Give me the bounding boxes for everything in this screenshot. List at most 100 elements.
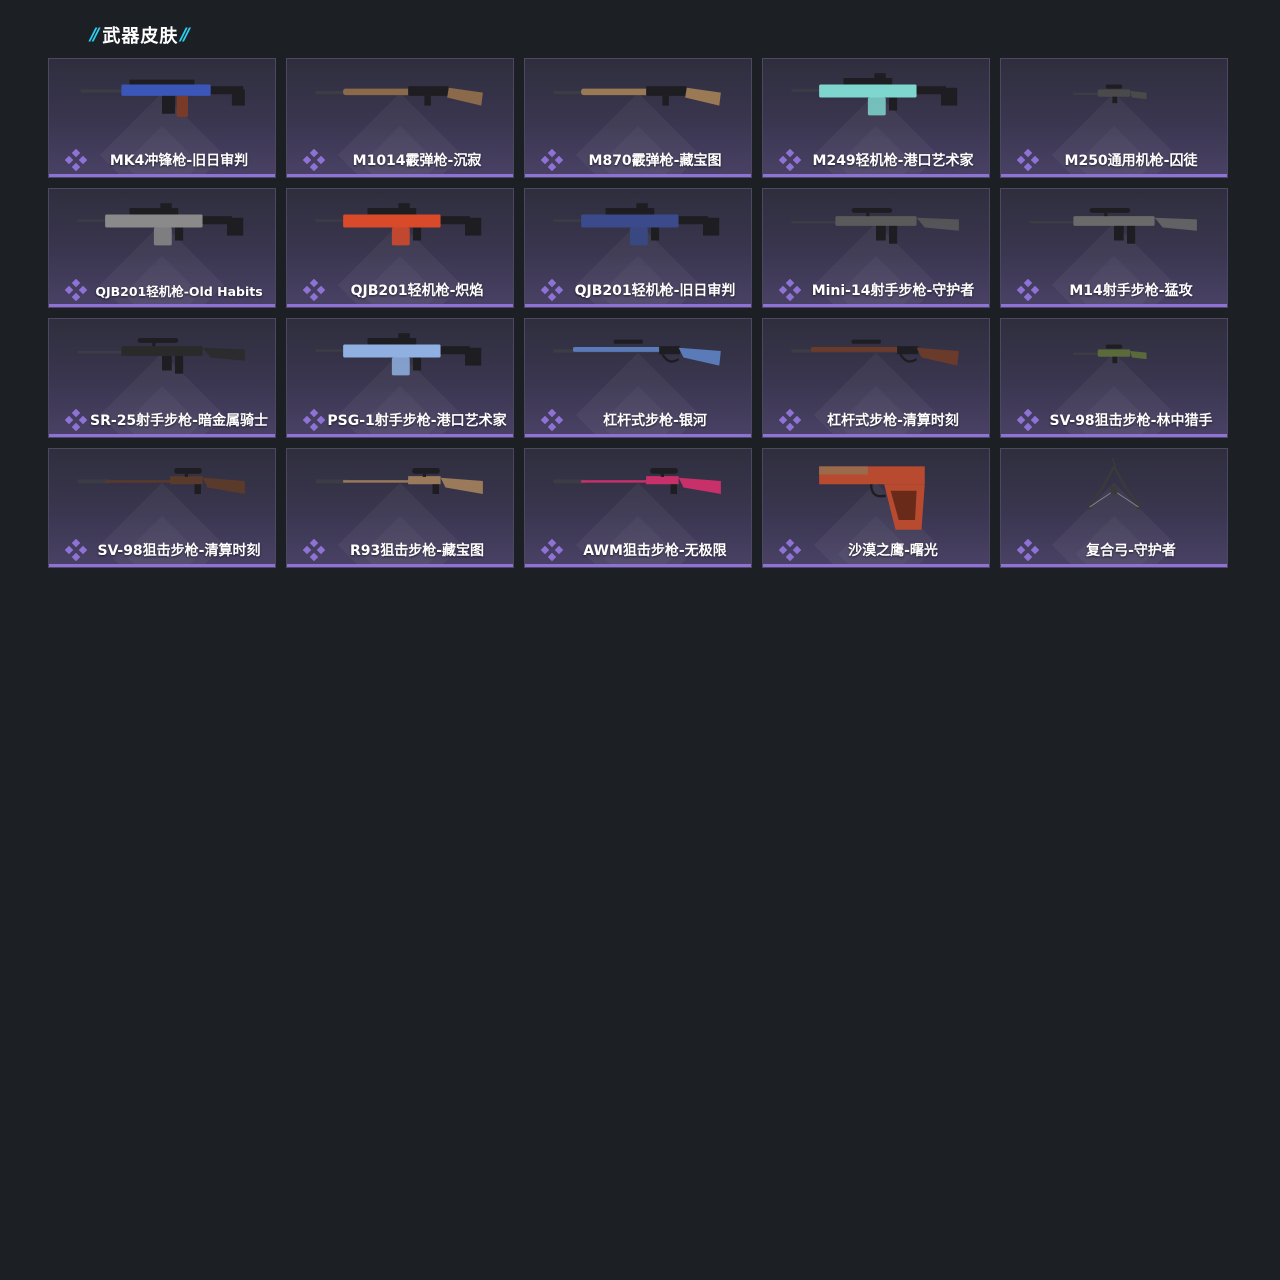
rarity-bar [525, 174, 751, 177]
rarity-bar [49, 174, 275, 177]
rarity-diamond-icon [64, 408, 88, 432]
rarity-diamond-icon [778, 538, 802, 562]
section-title: 武器皮肤 [102, 26, 179, 47]
sniper-icon [1009, 325, 1219, 403]
rarity-diamond-icon [64, 148, 88, 172]
pistol-icon [771, 455, 981, 533]
weapon-skin-label: M249轻机枪-港口艺术家 [812, 153, 974, 169]
weapon-skin-card[interactable]: M1014霰弹枪-沉寂 [286, 58, 514, 178]
rarity-diamond-icon [540, 538, 564, 562]
weapon-skin-label: SV-98狙击步枪-清算时刻 [97, 543, 261, 559]
rarity-diamond-icon [1016, 538, 1040, 562]
weapon-skin-label: SV-98狙击步枪-林中猎手 [1049, 413, 1213, 429]
rifle-icon [771, 325, 981, 403]
rarity-diamond-icon [302, 278, 326, 302]
rarity-diamond-icon [540, 148, 564, 172]
rarity-bar [49, 564, 275, 567]
machine-gun-icon [533, 195, 743, 273]
weapon-skin-card[interactable]: M249轻机枪-港口艺术家 [762, 58, 990, 178]
sniper-icon [57, 455, 267, 533]
rarity-bar [525, 564, 751, 567]
weapon-skin-label: PSG-1射手步枪-港口艺术家 [327, 413, 507, 429]
weapon-skin-card[interactable]: SR-25射手步枪-暗金属骑士 [48, 318, 276, 438]
rifle-icon [771, 195, 981, 273]
weapon-skin-label: Mini-14射手步枪-守护者 [811, 283, 975, 299]
machine-gun-icon [1009, 65, 1219, 143]
bow-icon [1009, 455, 1219, 533]
slash-decoration-icon: // [180, 25, 190, 45]
weapon-skin-label: SR-25射手步枪-暗金属骑士 [90, 413, 268, 429]
rifle-icon [533, 325, 743, 403]
rarity-diamond-icon [64, 538, 88, 562]
machine-gun-icon [57, 195, 267, 273]
rarity-bar [763, 304, 989, 307]
weapon-skin-label: AWM狙击步枪-无极限 [583, 543, 727, 559]
weapon-skin-label: MK4冲锋枪-旧日审判 [109, 153, 249, 169]
weapon-skin-card[interactable]: QJB201轻机枪-Old Habits [48, 188, 276, 308]
weapon-skin-label: M250通用机枪-囚徒 [1064, 153, 1198, 169]
rarity-bar [287, 174, 513, 177]
rifle-icon [295, 325, 505, 403]
weapon-skin-card[interactable]: M14射手步枪-猛攻 [1000, 188, 1228, 308]
rarity-diamond-icon [302, 538, 326, 562]
rarity-bar [1001, 174, 1227, 177]
rarity-bar [763, 564, 989, 567]
rifle-icon [57, 325, 267, 403]
slash-decoration-icon: // [90, 25, 100, 45]
weapon-skin-card[interactable]: M250通用机枪-囚徒 [1000, 58, 1228, 178]
weapon-skin-card[interactable]: PSG-1射手步枪-港口艺术家 [286, 318, 514, 438]
weapon-skin-label: 杠杆式步枪-银河 [603, 413, 707, 429]
weapon-skin-card[interactable]: Mini-14射手步枪-守护者 [762, 188, 990, 308]
section-header: // 武器皮肤 // [90, 22, 191, 48]
rarity-bar [1001, 434, 1227, 437]
rarity-diamond-icon [778, 278, 802, 302]
rarity-bar [525, 304, 751, 307]
weapon-skin-card[interactable]: 杠杆式步枪-清算时刻 [762, 318, 990, 438]
weapon-skin-card[interactable]: M870霰弹枪-藏宝图 [524, 58, 752, 178]
weapon-skin-card[interactable]: R93狙击步枪-藏宝图 [286, 448, 514, 568]
weapon-skin-card[interactable]: SV-98狙击步枪-清算时刻 [48, 448, 276, 568]
rarity-diamond-icon [64, 278, 88, 302]
weapon-skin-card[interactable]: SV-98狙击步枪-林中猎手 [1000, 318, 1228, 438]
rarity-bar [763, 434, 989, 437]
weapon-skin-label: 杠杆式步枪-清算时刻 [827, 413, 959, 429]
weapon-skin-card[interactable]: 杠杆式步枪-银河 [524, 318, 752, 438]
weapon-skin-card[interactable]: 复合弓-守护者 [1000, 448, 1228, 568]
weapon-skin-card[interactable]: MK4冲锋枪-旧日审判 [48, 58, 276, 178]
shotgun-icon [295, 65, 505, 143]
weapon-skin-label: QJB201轻机枪-旧日审判 [574, 283, 736, 299]
weapon-skin-card[interactable]: QJB201轻机枪-旧日审判 [524, 188, 752, 308]
rarity-diamond-icon [778, 408, 802, 432]
weapon-skin-label: M14射手步枪-猛攻 [1069, 283, 1193, 299]
machine-gun-icon [771, 65, 981, 143]
rarity-diamond-icon [1016, 148, 1040, 172]
weapon-skin-label: QJB201轻机枪-炽焰 [350, 283, 484, 299]
weapon-skin-card[interactable]: AWM狙击步枪-无极限 [524, 448, 752, 568]
rarity-bar [1001, 304, 1227, 307]
weapon-skin-label: M870霰弹枪-藏宝图 [588, 153, 722, 169]
rarity-diamond-icon [1016, 408, 1040, 432]
sniper-icon [295, 455, 505, 533]
rarity-bar [49, 434, 275, 437]
rarity-diamond-icon [540, 408, 564, 432]
weapon-skin-label: R93狙击步枪-藏宝图 [349, 543, 485, 559]
machine-gun-icon [295, 195, 505, 273]
weapon-skin-card[interactable]: 沙漠之鹰-曙光 [762, 448, 990, 568]
rarity-diamond-icon [1016, 278, 1040, 302]
rarity-bar [287, 564, 513, 567]
smg-icon [57, 65, 267, 143]
rarity-bar [287, 304, 513, 307]
weapon-skin-label: M1014霰弹枪-沉寂 [352, 153, 482, 169]
weapon-skin-label: 沙漠之鹰-曙光 [848, 543, 938, 559]
weapon-skin-label: QJB201轻机枪-Old Habits [95, 284, 263, 299]
weapon-skin-card[interactable]: QJB201轻机枪-炽焰 [286, 188, 514, 308]
rarity-diamond-icon [540, 278, 564, 302]
rarity-bar [49, 304, 275, 307]
rarity-diamond-icon [302, 408, 326, 432]
rifle-icon [1009, 195, 1219, 273]
weapon-skin-label: 复合弓-守护者 [1086, 543, 1176, 559]
rarity-diamond-icon [778, 148, 802, 172]
shotgun-icon [533, 65, 743, 143]
rarity-bar [287, 434, 513, 437]
weapon-skin-grid: MK4冲锋枪-旧日审判 M1014霰弹枪-沉寂 M870霰弹枪-藏宝图 M249… [48, 58, 1228, 568]
